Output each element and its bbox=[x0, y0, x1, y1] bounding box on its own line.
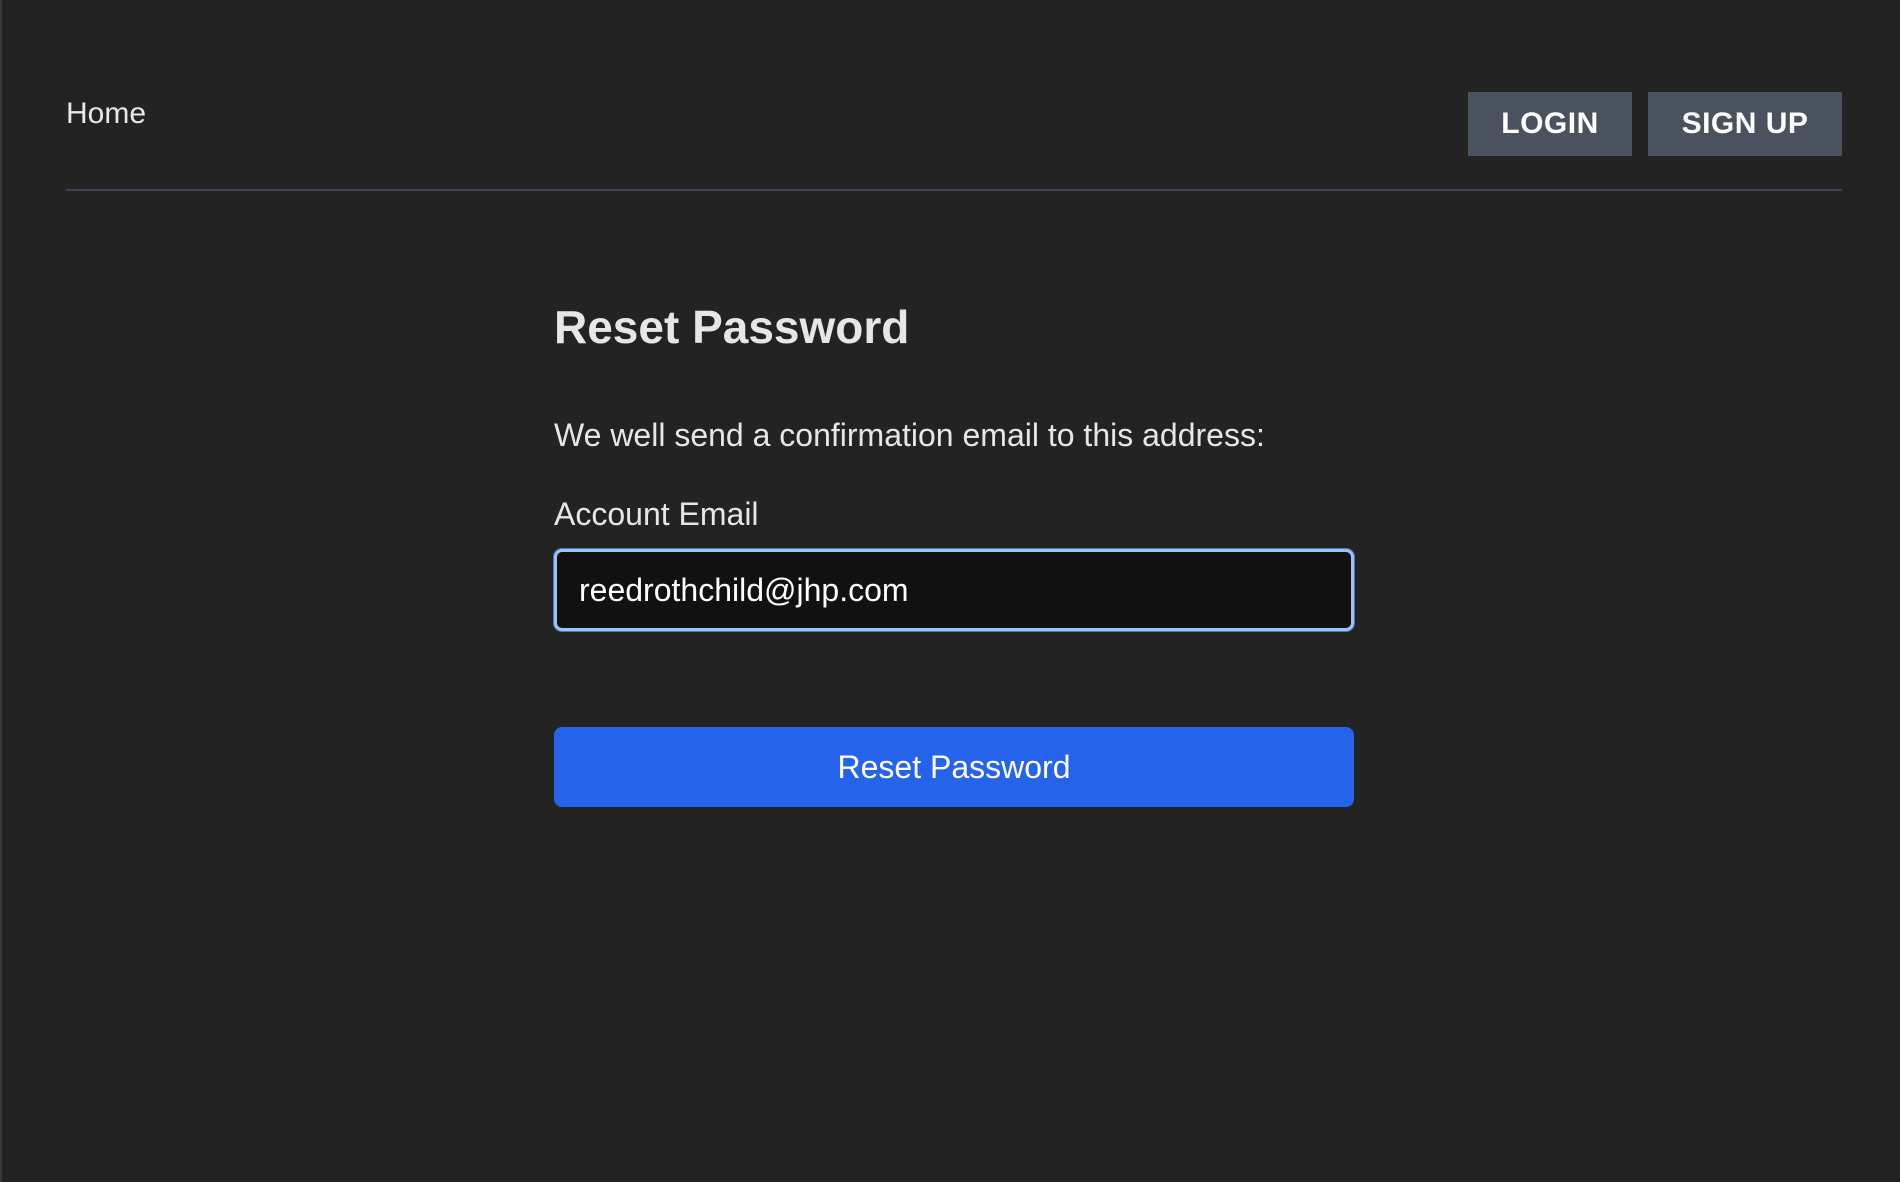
email-field[interactable] bbox=[554, 549, 1354, 632]
home-link[interactable]: Home bbox=[66, 97, 146, 131]
signup-button[interactable]: SIGN UP bbox=[1648, 92, 1842, 156]
reset-password-button[interactable]: Reset Password bbox=[554, 727, 1354, 808]
login-button[interactable]: LOGIN bbox=[1468, 92, 1632, 156]
auth-buttons: LOGIN SIGN UP bbox=[1468, 92, 1842, 156]
page-title: Reset Password bbox=[554, 301, 910, 353]
form-description: We well send a confirmation email to thi… bbox=[554, 417, 1265, 454]
top-nav: Home LOGIN SIGN UP bbox=[66, 0, 1842, 191]
app-window: Home LOGIN SIGN UP Reset Password We wel… bbox=[0, 0, 1900, 1182]
reset-password-form: Reset Password We well send a confirmati… bbox=[554, 300, 1354, 808]
email-label: Account Email bbox=[554, 496, 759, 533]
